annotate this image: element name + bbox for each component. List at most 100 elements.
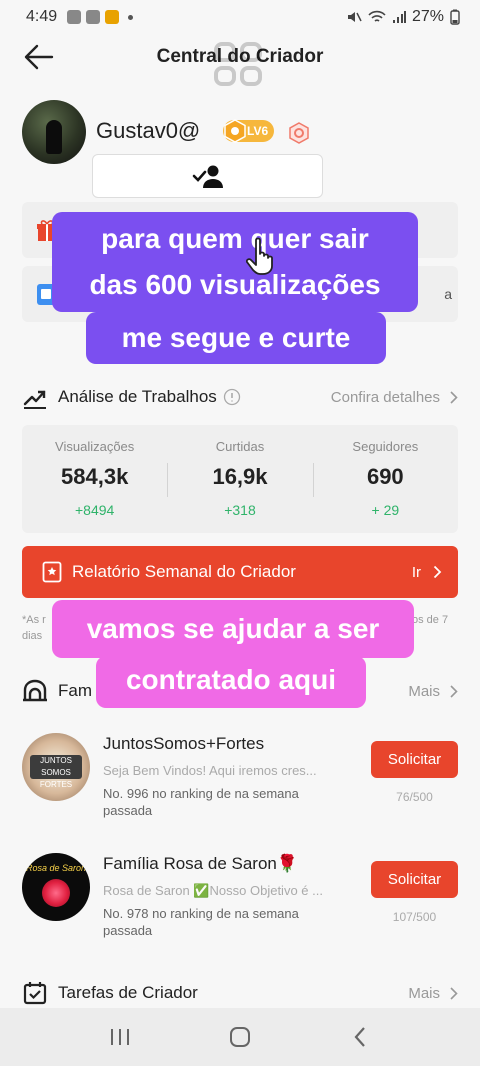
rose-icon	[42, 879, 70, 907]
username: Gustav0@	[96, 118, 201, 143]
signal-icon	[392, 11, 406, 23]
report-note-right: os de 7	[412, 614, 449, 626]
caption-overlay-2b: contratado aqui	[96, 656, 366, 708]
app-notification-icon	[105, 10, 120, 24]
request-button[interactable]: Solicitar	[371, 741, 458, 778]
family-item[interactable]: Rosa de Saron Família Rosa de Saron🌹 Ros…	[22, 853, 458, 963]
hand-pointer-icon	[246, 237, 273, 275]
chevron-right-icon	[450, 390, 458, 404]
stat-delta: +318	[224, 502, 256, 518]
system-nav-bar	[0, 1008, 480, 1066]
report-go: Ir	[412, 564, 442, 581]
stat-value: 16,9k	[212, 464, 268, 489]
family-description: Rosa de Saron ✅Nosso Objetivo é ...	[103, 883, 323, 898]
stat-delta: +8494	[75, 502, 115, 518]
gallery-icon	[67, 10, 82, 24]
note-line-1: *As r	[22, 614, 46, 626]
home-icon	[23, 679, 47, 702]
analysis-title: Análise de Trabalhos	[58, 387, 217, 406]
caption-overlay-1: para quem quer sair das 600 visualizaçõe…	[52, 212, 418, 312]
status-bar: 4:49 27%	[0, 0, 480, 34]
stat-value: 584,3k	[61, 464, 129, 489]
follow-button[interactable]	[92, 154, 323, 198]
more-text: Mais	[408, 984, 440, 1002]
more-text: Mais	[408, 682, 440, 700]
tasks-header: Tarefas de Criador Mais	[22, 973, 458, 1013]
recent-apps-icon	[111, 1029, 129, 1045]
level-badge: LV6	[223, 119, 275, 143]
level-text: LV6	[247, 124, 269, 138]
stat-views: Visualizações 584,3k +8494	[22, 425, 167, 533]
stat-label: Visualizações	[55, 439, 135, 454]
tasks-title: Tarefas de Criador	[58, 983, 198, 1002]
creator-badge-icon	[289, 122, 309, 144]
family-name: JuntosSomos+Fortes	[103, 734, 265, 753]
rank-line-1: No. 978 no ranking de na semana	[103, 906, 299, 921]
caption-line-3: me segue e curte	[121, 322, 351, 353]
family-avatar-text: JUNTOS SOMOS FORTES	[30, 755, 82, 789]
rank-line-2: passada	[103, 803, 153, 818]
caption-line-1: para quem quer sair	[101, 223, 369, 254]
recent-apps-button[interactable]	[100, 1017, 140, 1057]
follow-user-icon	[192, 165, 223, 188]
report-note: *As r dias	[22, 612, 46, 644]
family-rank: No. 978 no ranking de na semana passada	[103, 905, 333, 939]
back-nav-button[interactable]	[340, 1017, 380, 1057]
image-icon	[86, 10, 101, 24]
home-nav-button[interactable]	[220, 1017, 260, 1057]
mute-icon	[347, 12, 362, 22]
level-hex-icon	[224, 119, 246, 143]
app-header: Central do Criador	[0, 34, 480, 86]
back-nav-icon	[354, 1027, 365, 1047]
family-avatar-text: Rosa de Saron	[25, 863, 87, 873]
overlay-grid-icon	[214, 42, 262, 86]
caption-line-5: contratado aqui	[125, 664, 336, 695]
family-description: Seja Bem Vindos! Aqui iremos cres...	[103, 763, 317, 778]
row-cut-text: a	[444, 286, 452, 302]
analysis-details-link[interactable]: Confira detalhes	[331, 389, 458, 406]
note-line-2: dias	[22, 630, 43, 642]
stat-value: 690	[366, 464, 404, 489]
rank-line-2: passada	[103, 923, 153, 938]
rank-line-1: No. 996 no ranking de na semana	[103, 786, 299, 801]
request-button[interactable]: Solicitar	[371, 861, 458, 898]
family-rank: No. 996 no ranking de na semana passada	[103, 785, 333, 819]
stat-likes: Curtidas 16,9k +318	[167, 425, 312, 533]
families-more-link[interactable]: Mais	[408, 683, 458, 700]
family-avatar: JUNTOS SOMOS FORTES	[22, 733, 90, 801]
tasks-more-link[interactable]: Mais	[408, 985, 458, 1002]
family-avatar: Rosa de Saron	[22, 853, 90, 921]
battery-icon	[450, 9, 460, 25]
more-notifications-dot	[128, 14, 134, 20]
weekly-report-button[interactable]: Relatório Semanal do Criador Ir	[22, 546, 458, 598]
back-arrow-icon[interactable]	[22, 40, 56, 74]
families-title: Fam	[58, 681, 92, 700]
member-count: 107/500	[392, 910, 437, 924]
chevron-right-icon	[450, 684, 458, 698]
report-label: Relatório Semanal do Criador	[72, 562, 296, 581]
info-icon[interactable]	[223, 388, 241, 406]
analysis-header: Análise de Trabalhos Confira detalhes	[22, 377, 458, 417]
status-right: 27%	[346, 8, 460, 26]
family-name: Família Rosa de Saron🌹	[103, 854, 299, 873]
stat-label: Curtidas	[215, 439, 265, 454]
caption-line-2: das 600 visualizações	[89, 269, 381, 300]
avatar[interactable]	[22, 100, 86, 164]
home-nav-icon	[230, 1027, 250, 1047]
status-time: 4:49	[26, 8, 58, 25]
notification-icons	[67, 10, 134, 24]
chevron-right-icon	[450, 986, 458, 1000]
caption-overlay-1b: me segue e curte	[86, 312, 386, 364]
chevron-right-icon	[433, 565, 442, 579]
stats-card[interactable]: Visualizações 584,3k +8494 Curtidas 16,9…	[22, 425, 458, 533]
stat-followers: Seguidores 690 + 29	[312, 425, 458, 533]
caption-overlay-2: vamos se ajudar a ser	[52, 600, 414, 658]
family-item[interactable]: JUNTOS SOMOS FORTES JuntosSomos+Fortes S…	[22, 733, 458, 843]
report-go-text: Ir	[411, 563, 421, 581]
caption-line-4: vamos se ajudar a ser	[86, 613, 380, 644]
member-count: 76/500	[396, 790, 433, 804]
calendar-check-icon	[23, 982, 47, 1005]
trend-chart-icon	[23, 390, 46, 409]
battery-percent: 27%	[411, 8, 444, 25]
profile-section: Gustav0@ LV6	[22, 100, 462, 200]
